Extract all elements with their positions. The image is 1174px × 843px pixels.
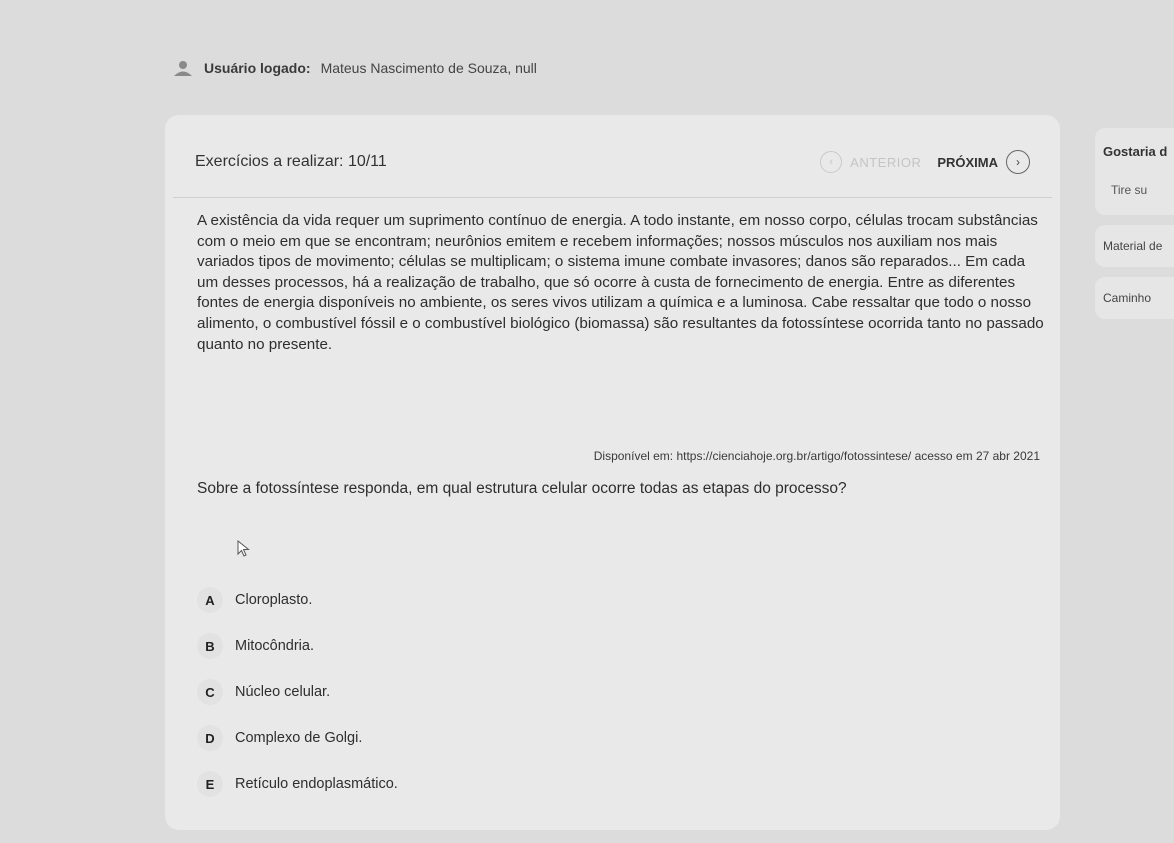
option-d[interactable]: D Complexo de Golgi.: [197, 715, 398, 761]
answer-options: A Cloroplasto. B Mitocôndria. C Núcleo c…: [197, 577, 398, 807]
exercise-counter: Exercícios a realizar: 10/11: [195, 153, 387, 170]
chevron-left-icon[interactable]: ‹: [820, 151, 843, 173]
option-text[interactable]: Núcleo celular.: [235, 684, 330, 700]
mouse-pointer-icon: [237, 539, 251, 563]
option-letter[interactable]: C: [197, 679, 223, 705]
next-button[interactable]: PRÓXIMA: [937, 155, 998, 170]
option-c[interactable]: C Núcleo celular.: [197, 669, 398, 715]
option-e[interactable]: E Retículo endoplasmático.: [197, 761, 398, 807]
user-name: Mateus Nascimento de Souza, null: [320, 60, 537, 76]
user-bar: Usuário logado: Mateus Nascimento de Sou…: [172, 60, 537, 76]
option-letter[interactable]: A: [197, 587, 223, 613]
feedback-panel: Gostaria d Tire su: [1095, 128, 1174, 215]
option-text[interactable]: Complexo de Golgi.: [235, 730, 362, 746]
header-divider: [173, 197, 1052, 198]
user-label: Usuário logado:: [204, 60, 311, 76]
feedback-title: Gostaria d: [1103, 144, 1168, 159]
question-text: Sobre a fotossíntese responda, em qual e…: [197, 480, 847, 497]
previous-button[interactable]: ANTERIOR: [850, 155, 921, 170]
option-a[interactable]: A Cloroplasto.: [197, 577, 398, 623]
exercise-header: Exercícios a realizar: 10/11 ‹ ANTERIOR …: [195, 150, 1030, 174]
right-sidebar: Gostaria d Tire su Material de Caminho: [1095, 128, 1174, 329]
option-letter[interactable]: B: [197, 633, 223, 659]
option-letter[interactable]: E: [197, 771, 223, 797]
chevron-right-icon[interactable]: ›: [1006, 150, 1030, 174]
option-text[interactable]: Retículo endoplasmático.: [235, 776, 398, 792]
feedback-link[interactable]: Tire su: [1103, 183, 1174, 197]
user-icon: [172, 60, 194, 76]
exercise-card: Exercícios a realizar: 10/11 ‹ ANTERIOR …: [165, 115, 1060, 830]
passage-source: Disponível em: https://cienciahoje.org.b…: [593, 449, 1040, 463]
passage-text: A existência da vida requer um supriment…: [197, 212, 1044, 353]
material-link[interactable]: Material de: [1095, 225, 1174, 267]
option-b[interactable]: B Mitocôndria.: [197, 623, 398, 669]
option-letter[interactable]: D: [197, 725, 223, 751]
path-link[interactable]: Caminho: [1095, 277, 1174, 319]
option-text[interactable]: Cloroplasto.: [235, 592, 312, 608]
option-text[interactable]: Mitocôndria.: [235, 638, 314, 654]
exercise-navigation: ‹ ANTERIOR PRÓXIMA ›: [820, 150, 1030, 174]
